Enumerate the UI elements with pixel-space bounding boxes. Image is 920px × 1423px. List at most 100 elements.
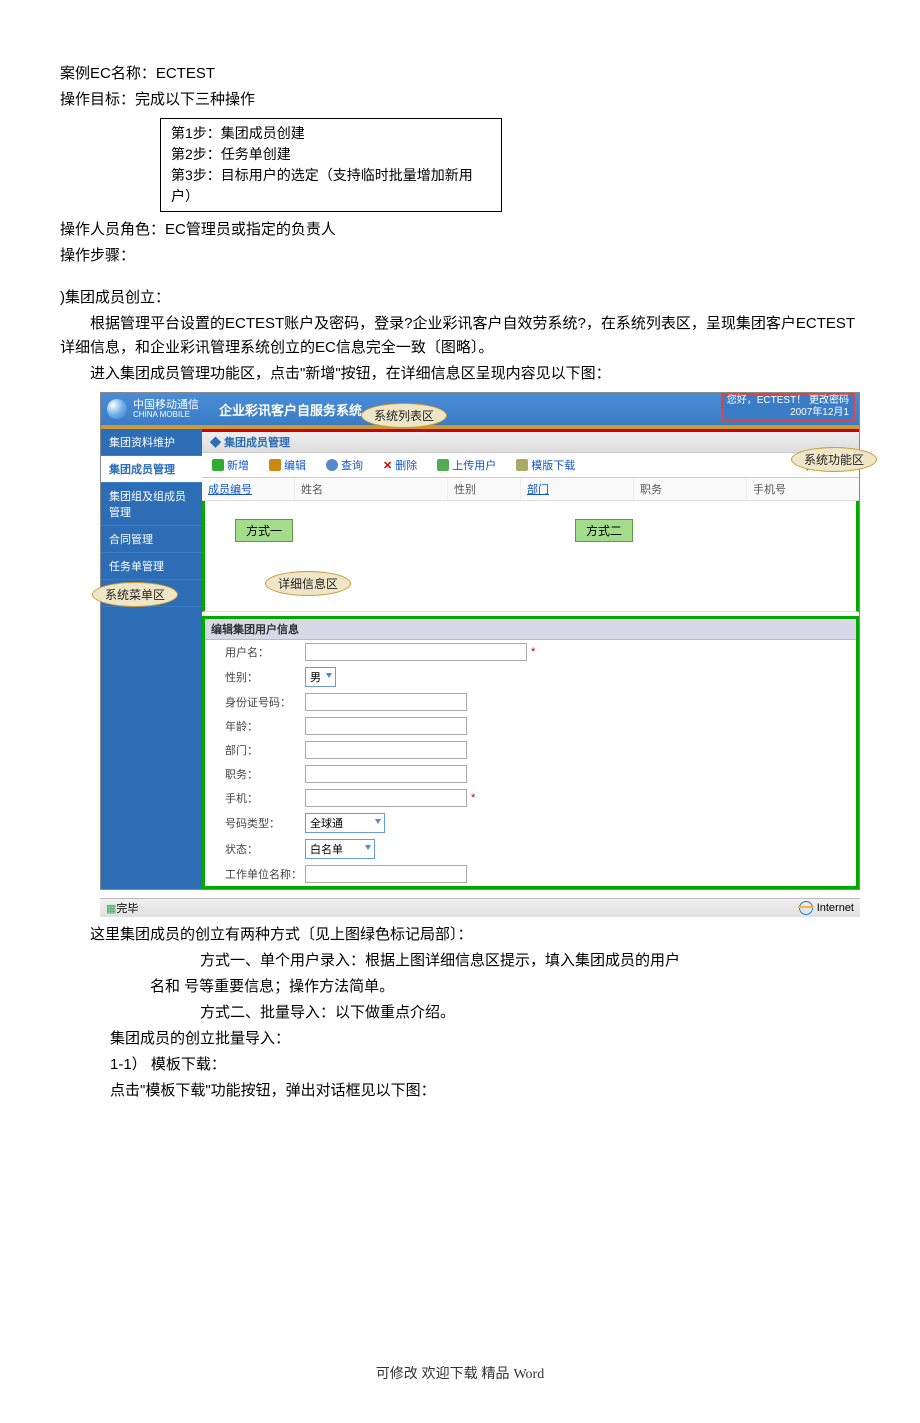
search-button[interactable]: 查询 — [316, 455, 373, 475]
section2-para1: 点击"模板下载"功能按钮，弹出对话框见以下图： — [110, 1079, 860, 1103]
required-icon: * — [471, 792, 475, 804]
step2-text: 第2步：任务单创建 — [171, 144, 491, 165]
post-text1: 这里集团成员的创立有两种方式〔见上图绿色标记局部〕： — [60, 923, 860, 947]
col-job: 职务 — [634, 478, 747, 500]
download-icon — [516, 459, 528, 471]
marker-method2: 方式二 — [575, 519, 633, 542]
input-job[interactable] — [305, 765, 467, 783]
step1-text: 第1步：集团成员创建 — [171, 123, 491, 144]
sidebar-item-task[interactable]: 任务单管理 — [101, 553, 202, 580]
col-name: 姓名 — [295, 478, 448, 500]
row-status: 状态： 白名单 — [205, 836, 856, 862]
label-status: 状态： — [225, 841, 305, 857]
row-numtype: 号码类型： 全球通 — [205, 810, 856, 836]
row-job: 职务： — [205, 762, 856, 786]
sidebar-item-group-info[interactable]: 集团资料维护 — [101, 429, 202, 456]
input-username[interactable] — [305, 643, 527, 661]
post-text3: 方式二、批量导入：以下做重点介绍。 — [200, 1001, 860, 1025]
welcome-text: 您好，ECTEST！ 更改密码 — [727, 395, 849, 407]
status-done: 完毕 — [116, 900, 138, 916]
label-age: 年龄： — [225, 718, 305, 734]
china-mobile-icon — [107, 399, 127, 419]
logo-text-top: 中国移动通信 — [133, 399, 199, 411]
page-footer: 可修改 欢迎下载 精品 Word — [60, 1363, 860, 1383]
callout-list-area: 系统列表区 — [361, 403, 447, 428]
panel-title: ◆ 集团成员管理 — [202, 429, 859, 453]
doc-role: 操作人员角色：EC管理员或指定的负责人 — [60, 218, 860, 242]
input-age[interactable] — [305, 717, 467, 735]
steps-box: 第1步：集团成员创建 第2步：任务单创建 第3步：目标用户的选定（支持临时批量增… — [160, 118, 502, 212]
label-company: 工作单位名称： — [225, 866, 305, 882]
form-title: 编辑集团用户信息 — [205, 619, 856, 640]
template-download-button[interactable]: 模版下载 — [506, 455, 585, 475]
doc-line-goal: 操作目标：完成以下三种操作 — [60, 88, 860, 112]
section1-para2: 进入集团成员管理功能区，点击"新增"按钮，在详细信息区呈现内容见以下图： — [60, 362, 860, 386]
label-idcard: 身份证号码： — [225, 694, 305, 710]
row-mobile: 手机： * — [205, 786, 856, 810]
logo-text-bottom: CHINA MOBILE — [133, 411, 199, 420]
step3-text: 第3步：目标用户的选定（支持临时批量增加新用户） — [171, 165, 491, 207]
status-bar: ▦ 完毕 Internet — [100, 898, 860, 917]
col-gender: 性别 — [448, 478, 521, 500]
post-text2a: 方式一、单个用户录入：根据上图详细信息区提示，填入集团成员的用户 — [200, 949, 860, 973]
table-empty-area: 方式一 方式二 详细信息区 — [202, 501, 859, 612]
post-text2b: 名和 号等重要信息；操作方法简单。 — [150, 975, 860, 999]
marker-method1: 方式一 — [235, 519, 293, 542]
col-dept[interactable]: 部门 — [521, 478, 634, 500]
upload-button[interactable]: 上传用户 — [427, 455, 506, 475]
select-numtype[interactable]: 全球通 — [305, 813, 385, 833]
internet-icon — [799, 901, 813, 915]
section2-title: 集团成员的创立批量导入： — [110, 1027, 860, 1051]
status-zone: Internet — [817, 902, 854, 914]
callout-func-area: 系统功能区 — [791, 447, 877, 472]
sidebar-item-contract[interactable]: 合同管理 — [101, 526, 202, 553]
section2-sub: 1-1） 模板下载： — [110, 1053, 860, 1077]
search-icon — [326, 459, 338, 471]
col-member-id[interactable]: 成员编号 — [202, 478, 295, 500]
row-username: 用户名： * — [205, 640, 856, 664]
callout-menu-area: 系统菜单区 — [92, 582, 178, 607]
input-idcard[interactable] — [305, 693, 467, 711]
input-company[interactable] — [305, 865, 467, 883]
edit-button[interactable]: 编辑 — [259, 455, 316, 475]
logo: 中国移动通信 CHINA MOBILE — [107, 399, 199, 420]
label-numtype: 号码类型： — [225, 815, 305, 831]
sidebar-item-group-org[interactable]: 集团组及组成员管理 — [101, 483, 202, 526]
label-mobile: 手机： — [225, 790, 305, 806]
add-button[interactable]: 新增 — [202, 455, 259, 475]
input-mobile[interactable] — [305, 789, 467, 807]
label-job: 职务： — [225, 766, 305, 782]
upload-icon — [437, 459, 449, 471]
embedded-screenshot: 中国移动通信 CHINA MOBILE 企业彩讯客户自服务系统 您好，ECTES… — [100, 392, 860, 917]
row-idcard: 身份证号码： — [205, 690, 856, 714]
label-dept: 部门： — [225, 742, 305, 758]
input-dept[interactable] — [305, 741, 467, 759]
row-dept: 部门： — [205, 738, 856, 762]
col-mobile: 手机号 — [747, 478, 859, 500]
label-gender: 性别： — [225, 669, 305, 685]
row-age: 年龄： — [205, 714, 856, 738]
app-title: 企业彩讯客户自服务系统 — [219, 400, 362, 419]
row-company: 工作单位名称： — [205, 862, 856, 886]
add-icon — [212, 459, 224, 471]
doc-line-ec-name: 案例EC名称：ECTEST — [60, 62, 860, 86]
sidebar: 集团资料维护 集团成员管理 集团组及组成员管理 合同管理 任务单管理 统计管理 — [101, 429, 202, 889]
section1-para1: 根据管理平台设置的ECTEST账户及密码，登录?企业彩讯客户自效劳系统?，在系统… — [60, 312, 860, 360]
date-text: 2007年12月1 — [727, 407, 849, 419]
table-header: 成员编号 姓名 性别 部门 职务 手机号 — [202, 478, 859, 501]
required-icon: * — [531, 646, 535, 658]
select-gender[interactable]: 男 — [305, 667, 336, 687]
doc-steps-label: 操作步骤： — [60, 244, 860, 268]
delete-icon: ✕ — [383, 459, 392, 472]
callout-detail-area: 详细信息区 — [265, 571, 351, 596]
select-status[interactable]: 白名单 — [305, 839, 375, 859]
label-username: 用户名： — [225, 644, 305, 660]
row-gender: 性别： 男 — [205, 664, 856, 690]
section1-title: )集团成员创立： — [60, 286, 860, 310]
detail-form-panel: 编辑集团用户信息 用户名： * 性别： 男 身份证号码： — [202, 616, 859, 889]
toolbar: 新增 编辑 查询 ✕删除 上传用户 模版下载 共0条记录 — [202, 453, 859, 478]
edit-icon — [269, 459, 281, 471]
sidebar-item-group-member[interactable]: 集团成员管理 — [101, 456, 202, 483]
delete-button[interactable]: ✕删除 — [373, 455, 427, 475]
top-right-info: 您好，ECTEST！ 更改密码 2007年12月1 — [721, 393, 855, 421]
